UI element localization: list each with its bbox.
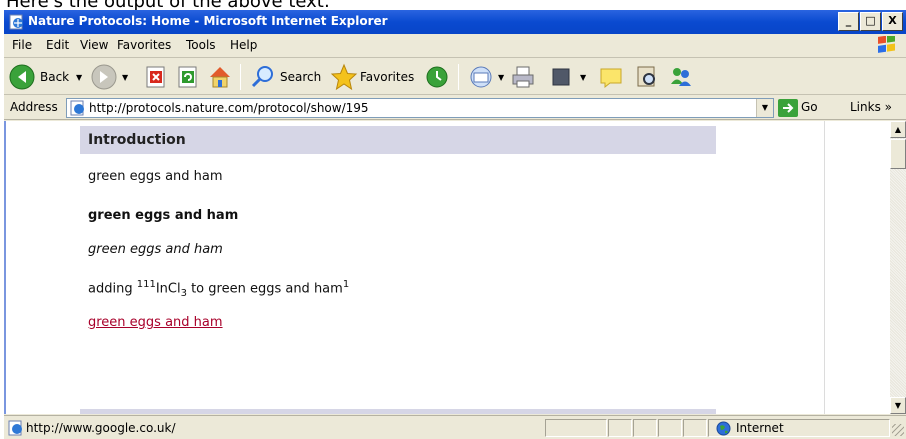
back-dropdown-icon[interactable]: ▼	[76, 73, 82, 82]
messenger-icon[interactable]	[668, 64, 694, 90]
section-header: Introduction	[80, 126, 716, 154]
vertical-scrollbar[interactable]: ▲ ▼	[890, 121, 906, 414]
go-button[interactable]: Go	[801, 100, 818, 114]
status-pane	[658, 419, 682, 437]
maximize-button[interactable]: □	[860, 12, 881, 31]
ie-window: Nature Protocols: Home - Microsoft Inter…	[4, 10, 906, 439]
resize-grip[interactable]	[892, 424, 904, 436]
paragraph-plain: green eggs and ham	[88, 169, 223, 184]
status-pane	[608, 419, 632, 437]
page-content: Introduction green eggs and ham green eg…	[4, 121, 890, 414]
mail-dropdown-icon[interactable]: ▼	[498, 73, 504, 82]
scroll-down-button[interactable]: ▼	[890, 397, 906, 414]
menu-edit[interactable]: Edit	[46, 38, 69, 52]
menu-view[interactable]: View	[80, 38, 108, 52]
scroll-thumb[interactable]	[890, 139, 906, 169]
search-button-label[interactable]: Search	[280, 70, 321, 84]
address-dropdown-icon[interactable]: ▼	[756, 99, 773, 117]
discuss-icon[interactable]	[598, 64, 624, 90]
formula-suffix: to green eggs and ham	[186, 281, 343, 297]
go-arrow-icon[interactable]	[778, 99, 798, 117]
formula-compound: InCl	[155, 281, 181, 297]
toolbar-separator	[458, 64, 459, 90]
screenshot: Here's the output of the above text: Nat…	[0, 0, 906, 439]
back-arrow-icon[interactable]	[8, 63, 36, 91]
section-footer-band	[80, 409, 716, 414]
globe-icon	[716, 421, 731, 436]
status-text: http://www.google.co.uk/	[26, 421, 176, 435]
history-icon[interactable]	[424, 64, 450, 90]
print-icon[interactable]	[510, 64, 536, 90]
paragraph-link: green eggs and ham	[88, 315, 223, 330]
search-icon[interactable]	[250, 64, 276, 90]
close-button[interactable]: X	[882, 12, 903, 31]
page-icon	[70, 100, 84, 116]
stop-icon[interactable]	[144, 65, 168, 89]
windows-logo-icon	[878, 36, 895, 53]
content-link[interactable]: green eggs and ham	[88, 315, 223, 330]
links-toolbar[interactable]: Links »	[850, 100, 892, 114]
status-bar: http://www.google.co.uk/ Internet	[4, 415, 906, 439]
isotope-superscript: 111	[136, 279, 156, 290]
menu-favorites[interactable]: Favorites	[117, 38, 171, 52]
menu-tools[interactable]: Tools	[186, 38, 216, 52]
reference-superscript: 1	[342, 279, 350, 290]
minimize-button[interactable]: _	[838, 12, 859, 31]
standard-toolbar: Back ▼ ▼ Search Favorites ▼ ▼	[4, 59, 906, 95]
status-pane	[683, 419, 707, 437]
section-title: Introduction	[88, 132, 186, 148]
forward-dropdown-icon[interactable]: ▼	[122, 73, 128, 82]
security-zone-label: Internet	[736, 421, 784, 435]
menu-help[interactable]: Help	[230, 38, 257, 52]
right-column-divider	[824, 121, 825, 414]
paragraph-formula: adding 111InCl3 to green eggs and ham1	[88, 279, 349, 299]
title-bar[interactable]: Nature Protocols: Home - Microsoft Inter…	[4, 10, 906, 34]
edit-page-icon[interactable]	[550, 66, 572, 88]
address-url[interactable]: http://protocols.nature.com/protocol/sho…	[89, 101, 369, 115]
scroll-up-button[interactable]: ▲	[890, 121, 906, 138]
favorites-button-label[interactable]: Favorites	[360, 70, 414, 84]
window-title: Nature Protocols: Home - Microsoft Inter…	[28, 14, 388, 28]
page-status-icon	[8, 420, 22, 436]
toolbar-separator	[240, 64, 241, 90]
paragraph-bold: green eggs and ham	[88, 208, 239, 223]
edit-dropdown-icon[interactable]: ▼	[580, 73, 586, 82]
menu-file[interactable]: File	[12, 38, 32, 52]
formula-prefix: adding	[88, 281, 137, 297]
address-bar: Address http://protocols.nature.com/prot…	[4, 96, 906, 120]
left-margin	[6, 121, 84, 414]
address-input[interactable]: http://protocols.nature.com/protocol/sho…	[66, 98, 774, 118]
status-pane	[633, 419, 657, 437]
favorites-star-icon[interactable]	[330, 63, 358, 91]
status-pane	[545, 419, 607, 437]
forward-arrow-icon[interactable]	[90, 63, 118, 91]
refresh-icon[interactable]	[176, 65, 200, 89]
home-icon[interactable]	[206, 63, 234, 91]
back-button-label[interactable]: Back	[40, 70, 69, 84]
mail-icon[interactable]	[468, 64, 494, 90]
paragraph-italic: green eggs and ham	[88, 242, 223, 257]
menu-bar: File Edit View Favorites Tools Help	[4, 34, 906, 58]
ie-page-icon	[9, 14, 23, 30]
address-label: Address	[10, 100, 58, 114]
research-icon[interactable]	[634, 64, 660, 90]
